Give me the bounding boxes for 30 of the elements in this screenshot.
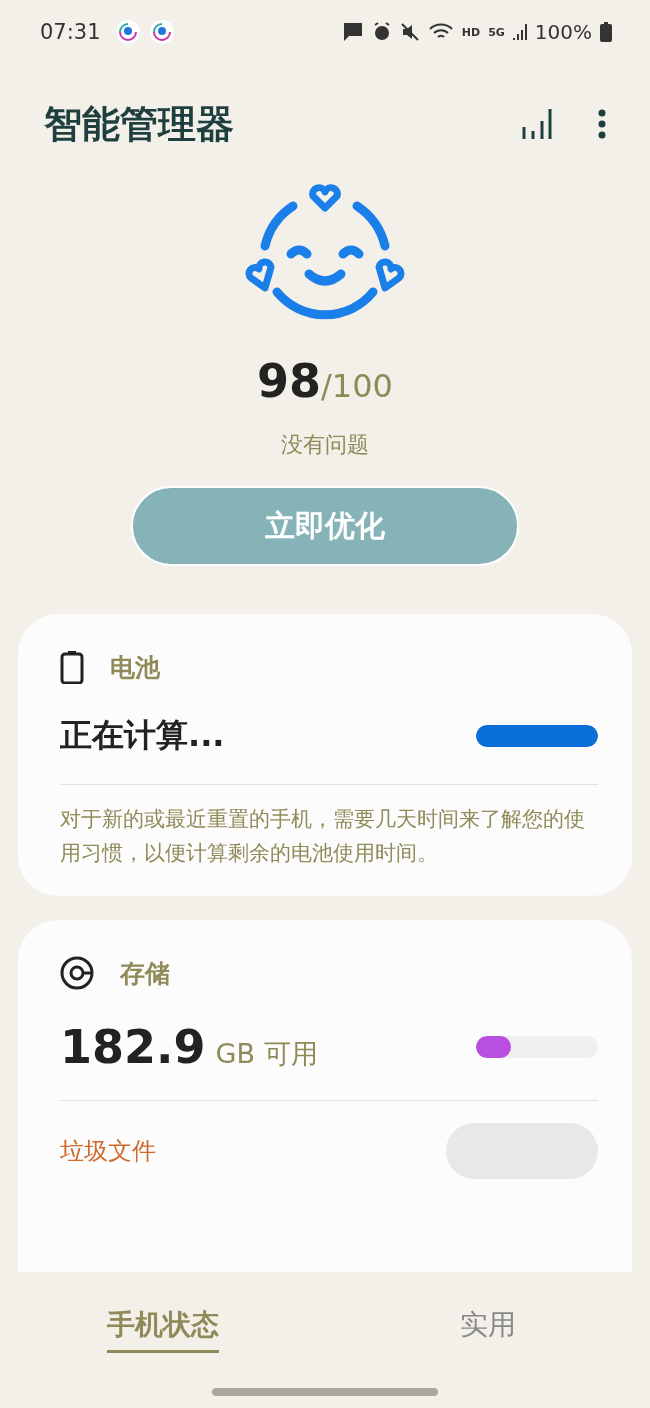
junk-files-label: 垃圾文件 bbox=[60, 1136, 156, 1168]
network-indicator: 5G bbox=[488, 25, 505, 39]
status-time: 07:31 bbox=[40, 20, 101, 44]
battery-status: 正在计算... bbox=[60, 715, 225, 756]
hd-indicator: HD bbox=[461, 25, 481, 39]
storage-unit: GB 可用 bbox=[215, 1037, 318, 1072]
storage-icon bbox=[60, 956, 94, 991]
battery-card[interactable]: 电池 正在计算... 对于新的或最近重置的手机，需要几天时间来了解您的使用习惯，以便计算剩余的电池使用时间。 bbox=[18, 614, 632, 897]
score-max: /100 bbox=[321, 367, 393, 405]
card-title: 电池 bbox=[110, 651, 160, 684]
more-icon[interactable] bbox=[598, 109, 606, 139]
storage-card[interactable]: 存储 182.9 GB 可用 垃圾文件 bbox=[18, 920, 632, 1272]
status-text: 没有问题 bbox=[281, 431, 369, 459]
score-value: 98 bbox=[257, 354, 322, 408]
card-title: 存储 bbox=[120, 957, 170, 990]
notification-icon bbox=[148, 19, 175, 45]
battery-icon bbox=[60, 650, 84, 684]
battery-description: 对于新的或最近重置的手机，需要几天时间来了解您的使用习惯，以便计算剩余的电池使用时间。 bbox=[60, 806, 586, 867]
mute-icon bbox=[399, 22, 420, 42]
chart-icon[interactable] bbox=[522, 107, 552, 141]
battery-percent: 100% bbox=[534, 20, 592, 44]
bottom-tab[interactable]: 手机状态 bbox=[0, 1306, 325, 1353]
optimize-button[interactable]: 立即优化 bbox=[131, 486, 519, 566]
battery-icon bbox=[600, 22, 612, 42]
bottom-tab[interactable]: 实用 bbox=[325, 1306, 650, 1353]
storage-available: 182.9 bbox=[60, 1020, 206, 1075]
signal-icon bbox=[512, 22, 527, 42]
app-title: 智能管理器 bbox=[44, 100, 235, 148]
message-icon bbox=[341, 21, 364, 43]
notification-icon bbox=[114, 19, 141, 45]
